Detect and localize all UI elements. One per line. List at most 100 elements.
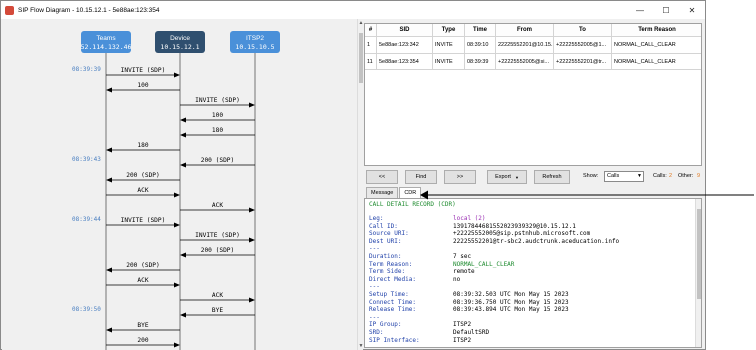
cdr-value: 08:39:32.503 UTC Mon May 15 2023 [453, 290, 569, 298]
cdr-scroll-thumb[interactable] [697, 209, 701, 299]
close-button[interactable]: ✕ [679, 1, 705, 19]
endpoint-ip: 10.15.10.5 [235, 43, 274, 51]
column-header[interactable]: From [496, 24, 554, 37]
cdr-field: Source URI: +22225552005@sip.pstnhub.micr… [369, 230, 697, 238]
arrowhead-icon [106, 87, 112, 93]
cdr-key: Term Reason: [369, 260, 413, 268]
calls-count: 2 [669, 173, 673, 179]
table-row[interactable]: 1 5e88ae:123:342 INVITE 08:39:10 2222555… [365, 37, 701, 54]
app-icon [5, 5, 14, 15]
calls-table: # SID Type Time From To Term Reason 1 5e… [364, 23, 702, 166]
column-header[interactable]: Term Reason [612, 24, 701, 37]
cdr-value: local (2) [453, 215, 486, 222]
tab-cdr[interactable]: CDR [399, 187, 422, 198]
message-label: 100 [137, 82, 148, 89]
flow-scrollbar[interactable]: ▲ ▼ [357, 19, 363, 350]
arrowhead-icon [174, 282, 180, 288]
table-cell: NORMAL_CALL_CLEAR [612, 54, 701, 70]
other-count-label: Other: [678, 173, 694, 179]
endpoint-name: Teams [96, 35, 116, 42]
endpoint-ip: 10.15.12.1 [160, 43, 199, 51]
column-header[interactable]: Time [465, 24, 496, 37]
cdr-field: Direct Media: no [369, 276, 697, 284]
arrowhead-icon [249, 297, 255, 303]
table-cell: 5e88ae:123:354 [377, 54, 433, 70]
cdr-field: Dest URI: 22225552201@tr-sbc2.audctrunk.a… [369, 238, 697, 246]
cdr-value: 08:39:43.894 UTC Mon May 15 2023 [453, 306, 569, 314]
maximize-button[interactable]: ☐ [653, 1, 679, 19]
cdr-value: 08:39:36.750 UTC Mon May 15 2023 [453, 298, 569, 306]
export-button[interactable]: Export ▼ [487, 170, 527, 184]
cdr-value: ITSP2 [453, 321, 472, 329]
cdr-key: Duration: [369, 252, 402, 260]
arrowhead-icon [249, 102, 255, 108]
arrowhead-icon [174, 72, 180, 78]
chevron-down-icon: ▼ [637, 173, 642, 179]
refresh-button[interactable]: Refresh [534, 170, 570, 184]
previous-button[interactable]: << [366, 170, 398, 184]
table-cell: 08:39:39 [465, 54, 496, 70]
callout-arrow-icon [420, 190, 754, 200]
table-cell: +22225552201@tr... [554, 54, 612, 70]
column-header[interactable]: To [554, 24, 612, 37]
message-label: BYE [137, 322, 148, 329]
timestamp: 08:39:50 [72, 306, 101, 313]
cdr-key: Leg: [369, 215, 384, 222]
calls-toolbar: << Find >> Export ▼ Refresh Show: Calls … [364, 170, 702, 184]
calls-count-label: Calls: [653, 173, 667, 179]
cdr-value: no [453, 275, 461, 283]
message-label: ACK [212, 292, 223, 299]
arrowhead-icon [174, 342, 180, 348]
minimize-button[interactable]: — [627, 1, 653, 19]
table-row[interactable]: 11 5e88ae:123:354 INVITE 08:39:39 +22225… [365, 54, 701, 70]
arrowhead-icon [174, 192, 180, 198]
cdr-value: 13917844681552023939329@10.15.12.1 [453, 222, 576, 230]
message-label: 200 (SDP) [126, 262, 160, 269]
message-label: 180 [212, 127, 223, 134]
title-bar: SIP Flow Diagram - 10.15.12.1 - 5e88ae:1… [1, 1, 705, 19]
flow-canvas: Teams52.114.132.46Device10.15.12.1ITSP21… [72, 31, 280, 350]
cdr-panel[interactable]: CALL DETAIL RECORD (CDR) Leg: local (2) C… [364, 198, 702, 348]
table-cell: 22225552201@10.15... [496, 37, 554, 54]
cdr-separator: --- [369, 283, 380, 291]
next-button[interactable]: >> [444, 170, 476, 184]
cdr-separator: --- [369, 313, 380, 321]
column-header[interactable]: Type [433, 24, 465, 37]
message-label: 200 (SDP) [126, 172, 160, 179]
cdr-value: 22225552201@tr-sbc2.audctrunk.aceducatio… [453, 237, 620, 245]
arrowhead-icon [249, 207, 255, 213]
sip-flow-window: SIP Flow Diagram - 10.15.12.1 - 5e88ae:1… [0, 0, 706, 350]
tab-message[interactable]: Message [366, 187, 399, 198]
flow-scroll-thumb[interactable] [359, 33, 363, 83]
table-cell: 11 [365, 54, 377, 70]
message-label: INVITE (SDP) [121, 67, 166, 74]
endpoint-ip: 52.114.132.46 [81, 43, 132, 51]
cdr-value: DefaultSRD [453, 328, 490, 336]
message-label: BYE [212, 307, 223, 314]
message-label: ACK [212, 202, 223, 209]
cdr-key: Dest URI: [369, 237, 402, 245]
cdr-value: 7 sec [453, 252, 472, 260]
message-label: 180 [137, 142, 148, 149]
cdr-value: NORMAL_CALL_CLEAR [453, 260, 515, 268]
cdr-key: Source URI: [369, 230, 409, 238]
timestamp: 08:39:43 [72, 156, 101, 163]
cdr-value: remote [453, 268, 475, 276]
arrowhead-icon [180, 252, 186, 258]
column-header[interactable]: # [365, 24, 377, 37]
table-cell: +22225552005@si... [496, 54, 554, 70]
find-button[interactable]: Find [405, 170, 437, 184]
detail-tabs: Message CDR [366, 187, 422, 198]
column-header[interactable]: SID [377, 24, 433, 37]
show-select[interactable]: Calls ▼ [604, 171, 644, 182]
sip-flow-diagram[interactable]: Teams 52.114.132.46 Device 10.15.12.1 ITSP2 1… [2, 19, 357, 350]
cdr-scrollbar[interactable] [695, 199, 701, 347]
cdr-field: Duration: 7 sec [369, 253, 697, 261]
cdr-key: Term Side: [369, 268, 406, 276]
table-cell: INVITE [433, 37, 465, 54]
arrowhead-icon [106, 267, 112, 273]
cdr-key: Connect Time: [369, 298, 416, 306]
cdr-field: Release Time: 08:39:43.894 UTC Mon May 15… [369, 306, 697, 314]
table-cell: +22225552005@1... [554, 37, 612, 54]
message-label: INVITE (SDP) [195, 232, 240, 239]
